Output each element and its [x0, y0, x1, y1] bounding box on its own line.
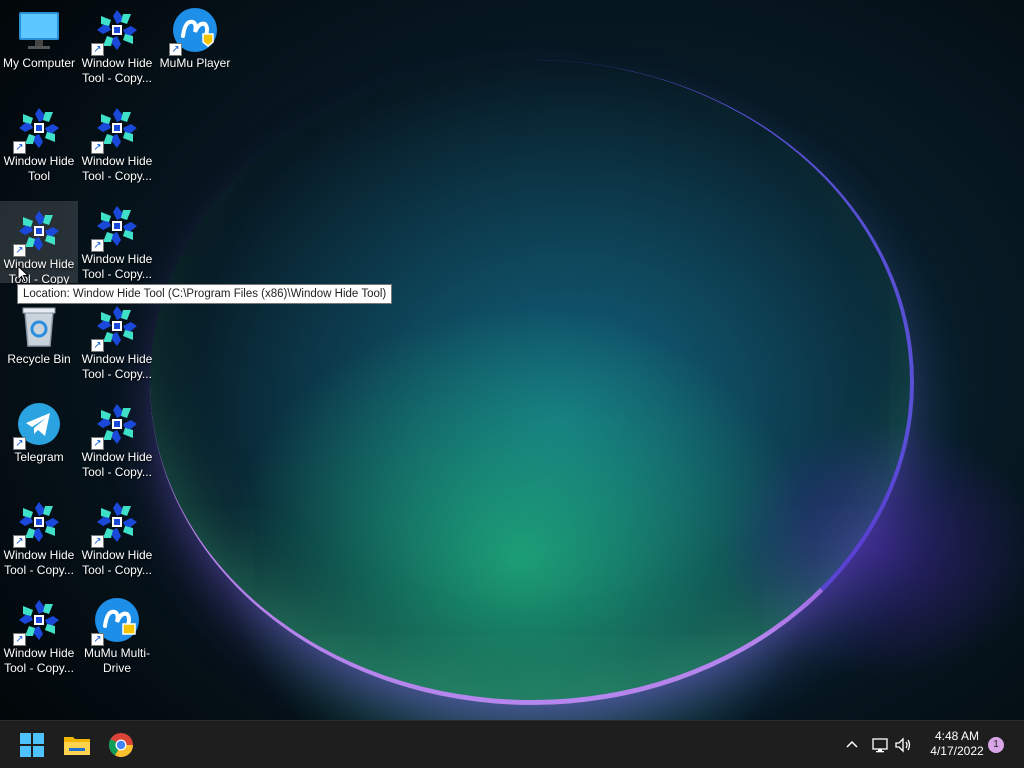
clock-time: 4:48 AM [934, 729, 980, 743]
window-hide-tool-icon: ↗ [13, 498, 63, 548]
shortcut-arrow-icon: ↗ [13, 633, 26, 646]
start-button[interactable] [16, 729, 48, 761]
window-hide-tool-icon: ↗ [13, 104, 63, 154]
window-hide-tool-icon: ↗ [91, 400, 141, 450]
desktop-icon-label: Window Hide Tool - Copy... [3, 548, 75, 577]
desktop-icon-window-hide-tool-copy[interactable]: ↗ Window Hide Tool - Copy... [78, 296, 156, 392]
folder-icon [64, 737, 90, 755]
desktop-icon-label: MuMu Player [159, 56, 231, 70]
desktop-icon-window-hide-tool-copy-selected[interactable]: ↗ Window Hide Tool - Copy [0, 201, 78, 286]
telegram-icon: ↗ [13, 400, 63, 450]
desktop-icon-window-hide-tool-copy[interactable]: ↗ Window Hide Tool - Copy... [78, 394, 156, 490]
shortcut-arrow-icon: ↗ [91, 535, 104, 548]
window-hide-tool-icon: ↗ [13, 596, 63, 646]
mumu-multi-drive-icon: ↗ [91, 596, 141, 646]
desktop-icon-label: Recycle Bin [7, 352, 71, 366]
my-computer-icon [15, 6, 63, 54]
desktop-icon-window-hide-tool-copy[interactable]: ↗ Window Hide Tool - Copy... [78, 492, 156, 588]
chevron-up-icon [846, 740, 858, 748]
desktop-icon-label: Window Hide Tool - Copy... [81, 450, 153, 479]
desktop-icon-label: Telegram [14, 450, 64, 464]
speaker-icon [895, 737, 911, 753]
desktop-icon-my-computer[interactable]: My Computer [0, 0, 78, 96]
desktop-icon-label: Window Hide Tool - Copy... [81, 548, 153, 577]
chrome-button[interactable] [105, 729, 137, 761]
desktop-icon-window-hide-tool-copy[interactable]: ↗ Window Hide Tool - Copy... [78, 0, 156, 96]
shortcut-arrow-icon: ↗ [13, 244, 26, 257]
taskbar: 4:48 AM 4/17/2022 1 [0, 720, 1024, 768]
window-hide-tool-icon: ↗ [91, 104, 141, 154]
clock-button[interactable]: 4:48 AM 4/17/2022 [918, 729, 996, 759]
windows-start-icon [20, 733, 44, 757]
window-hide-tool-icon: ↗ [13, 207, 63, 257]
network-icon [872, 738, 888, 753]
desktop-icon-window-hide-tool-copy[interactable]: ↗ Window Hide Tool - Copy... [0, 590, 78, 686]
notification-badge[interactable]: 1 [988, 737, 1004, 753]
shortcut-arrow-icon: ↗ [91, 339, 104, 352]
window-hide-tool-icon: ↗ [91, 202, 141, 252]
desktop-icon-label: Window Hide Tool - Copy [3, 257, 75, 286]
desktop-icon-label: MuMu Multi-Drive [83, 646, 150, 675]
recycle-bin-icon [15, 302, 63, 350]
mouse-cursor-icon [17, 264, 30, 283]
shortcut-arrow-icon: ↗ [13, 535, 26, 548]
show-hidden-icons-button[interactable] [842, 735, 862, 755]
shortcut-arrow-icon: ↗ [91, 239, 104, 252]
desktop-icon-label: Window Hide Tool - Copy... [3, 646, 75, 675]
desktop-icon-recycle-bin[interactable]: Recycle Bin [0, 296, 78, 392]
desktop-icon-label: My Computer [2, 56, 76, 70]
shortcut-arrow-icon: ↗ [91, 633, 104, 646]
desktop-icon-window-hide-tool-copy[interactable]: ↗ Window Hide Tool - Copy... [78, 196, 156, 292]
chrome-icon [108, 733, 133, 758]
icon-location-tooltip: Location: Window Hide Tool (C:\Program F… [17, 284, 393, 304]
shortcut-arrow-icon: ↗ [91, 437, 104, 450]
desktop-icon-window-hide-tool-copy[interactable]: ↗ Window Hide Tool - Copy... [78, 98, 156, 194]
shortcut-arrow-icon: ↗ [91, 43, 104, 56]
desktop-icon-telegram[interactable]: ↗ Telegram [0, 394, 78, 490]
wallpaper-glow [720, 420, 1024, 680]
desktop-icon-label: Window Hide Tool - Copy... [81, 154, 153, 183]
desktop-icon-label: Window Hide Tool - Copy... [81, 56, 153, 85]
shortcut-arrow-icon: ↗ [169, 43, 182, 56]
window-hide-tool-icon: ↗ [91, 498, 141, 548]
desktop-icon-label: Window Hide Tool - Copy... [81, 352, 153, 381]
shortcut-arrow-icon: ↗ [13, 141, 26, 154]
desktop-icon-label: Window Hide Tool [3, 154, 75, 183]
desktop-icon-label: Window Hide Tool - Copy... [81, 252, 153, 281]
volume-button[interactable] [893, 735, 913, 755]
mumu-player-icon: ↗ [169, 6, 219, 56]
window-hide-tool-icon: ↗ [91, 302, 141, 352]
clock-date: 4/17/2022 [930, 744, 984, 758]
desktop-icon-window-hide-tool[interactable]: ↗ Window Hide Tool [0, 98, 78, 194]
desktop-icon-window-hide-tool-copy[interactable]: ↗ Window Hide Tool - Copy... [0, 492, 78, 588]
window-hide-tool-icon: ↗ [91, 6, 141, 56]
desktop-icon-mumu-multi-drive[interactable]: ↗ MuMu Multi-Drive [78, 590, 156, 686]
file-explorer-button[interactable] [61, 729, 93, 761]
shortcut-arrow-icon: ↗ [13, 437, 26, 450]
desktop-icon-mumu-player[interactable]: ↗ MuMu Player [156, 0, 234, 96]
network-button[interactable] [870, 735, 890, 755]
shortcut-arrow-icon: ↗ [91, 141, 104, 154]
